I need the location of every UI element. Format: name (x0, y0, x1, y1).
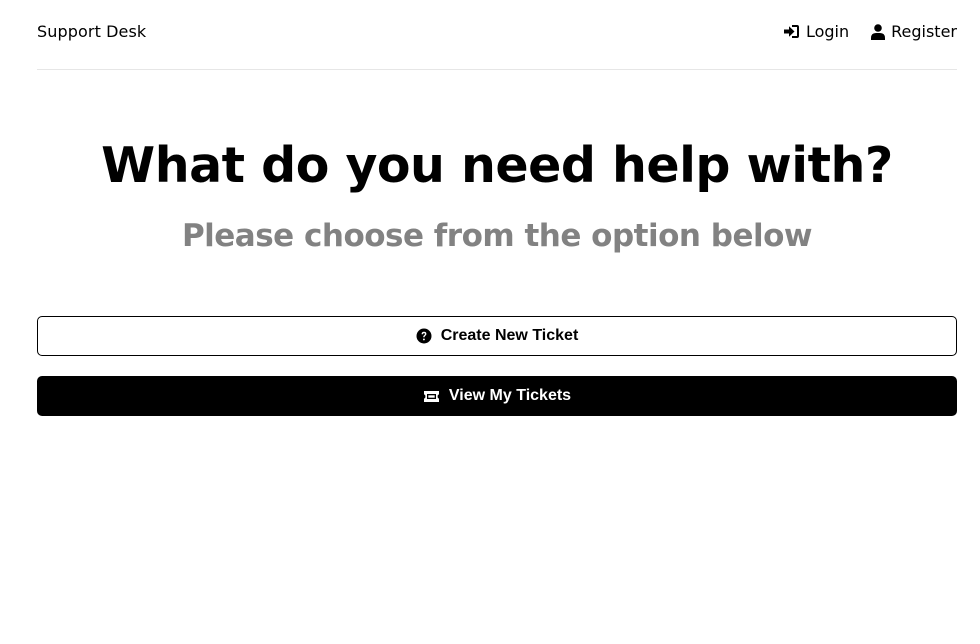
view-tickets-label: View My Tickets (448, 387, 572, 404)
user-icon (871, 23, 886, 40)
page-subtitle: Please choose from the option below (181, 218, 813, 254)
create-ticket-label: Create New Ticket (440, 327, 579, 344)
question-circle-icon (416, 328, 432, 344)
sign-in-icon (783, 24, 800, 39)
view-tickets-button[interactable]: View My Tickets (37, 376, 957, 416)
login-link[interactable]: Login (783, 22, 849, 41)
page-title: What do you need help with? (101, 137, 893, 194)
login-label: Login (805, 22, 850, 41)
page-container: Support Desk Login Register What do you … (37, 0, 957, 416)
register-link[interactable]: Register (871, 22, 957, 41)
top-nav: Login Register (783, 22, 957, 41)
hero-heading: What do you need help with? Please choos… (37, 138, 957, 256)
create-ticket-button[interactable]: Create New Ticket (37, 316, 957, 356)
ticket-icon (423, 390, 440, 403)
site-header: Support Desk Login Register (37, 0, 957, 70)
logo-link[interactable]: Support Desk (37, 22, 146, 41)
register-label: Register (891, 22, 957, 41)
